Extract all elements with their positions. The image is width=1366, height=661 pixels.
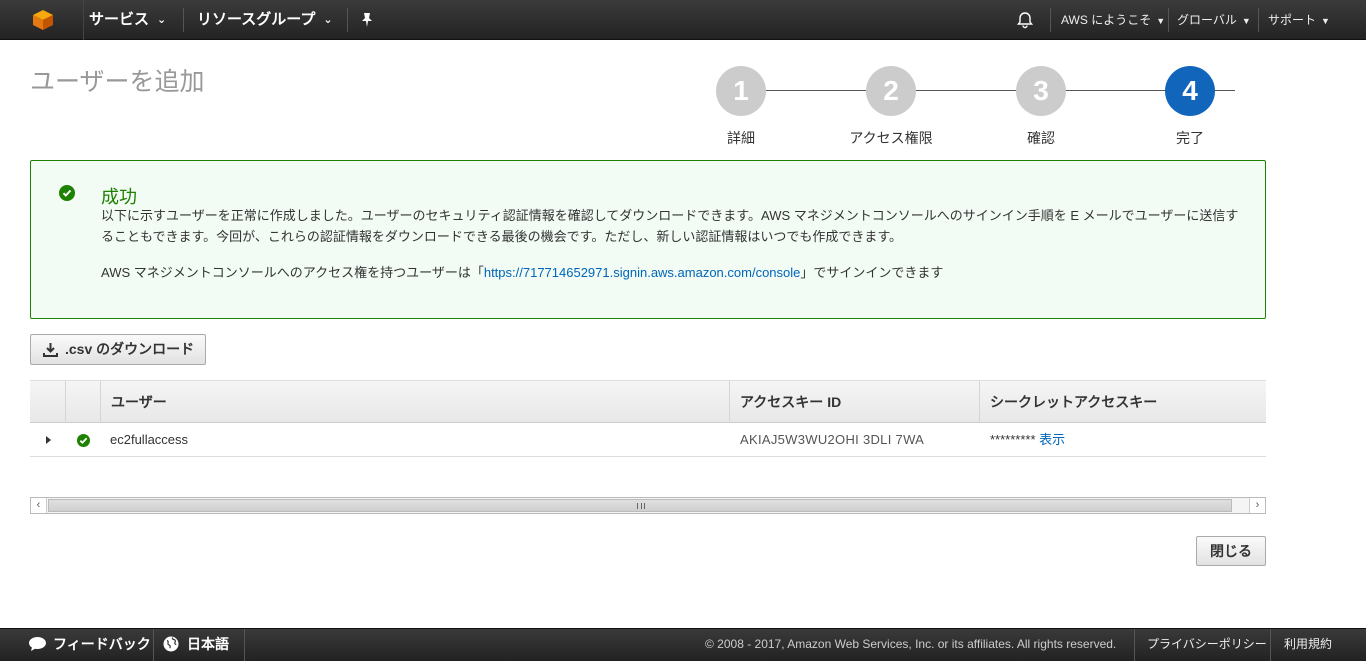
show-secret-link[interactable]: 表示	[1039, 432, 1065, 447]
step-number: 4	[1165, 66, 1215, 116]
success-alert: 成功 以下に示すユーザーを正常に作成しました。ユーザーのセキュリティ認証情報を確…	[30, 160, 1266, 319]
resource-groups-label: リソースグループ	[197, 11, 316, 28]
header-expand-column	[30, 381, 66, 423]
scroll-left-arrow-icon[interactable]: ‹	[31, 498, 47, 513]
expand-row-icon[interactable]	[46, 436, 51, 444]
step-label: 完了	[1176, 130, 1204, 146]
cell-secret-access-key: ********* 表示	[980, 423, 1065, 456]
nav-divider	[1168, 8, 1169, 32]
header-secret-access-key[interactable]: シークレットアクセスキー	[980, 381, 1266, 423]
console-info-suffix: 」でサインインできます	[800, 265, 944, 280]
credentials-table: ユーザー アクセスキー ID シークレットアクセスキー ec2fullacces…	[30, 380, 1266, 457]
nav-divider	[183, 8, 184, 32]
step-label: 確認	[1027, 130, 1055, 146]
page-title: ユーザーを追加	[30, 68, 205, 96]
success-check-icon	[59, 185, 75, 201]
header-status-column	[66, 381, 101, 423]
caret-down-icon: ▼	[1156, 16, 1166, 26]
step-4-active: 4 完了	[1140, 66, 1240, 148]
language-label: 日本語	[187, 636, 229, 652]
console-signin-link[interactable]: https://717714652971.signin.aws.amazon.c…	[484, 265, 801, 280]
cell-user-name: ec2fullaccess	[110, 432, 189, 447]
step-label: アクセス権限	[849, 130, 933, 146]
region-menu[interactable]: グローバル ▼	[1177, 0, 1251, 40]
support-label: サポート	[1268, 13, 1317, 27]
feedback-label: フィードバック	[53, 636, 151, 652]
region-label: グローバル	[1177, 13, 1237, 27]
nav-divider	[1050, 8, 1051, 32]
scroll-right-arrow-icon[interactable]: ›	[1249, 498, 1265, 513]
step-number: 3	[1016, 66, 1066, 116]
close-button[interactable]: 閉じる	[1196, 536, 1266, 566]
secret-masked-value: *********	[990, 432, 1036, 447]
footer-divider	[244, 629, 245, 661]
download-csv-button[interactable]: .csv のダウンロード	[30, 334, 206, 365]
pin-icon[interactable]	[361, 0, 373, 40]
download-icon	[43, 343, 58, 357]
step-1: 1 詳細	[691, 66, 791, 148]
privacy-policy-link[interactable]: プライバシーポリシー	[1147, 629, 1267, 661]
success-check-icon	[77, 434, 90, 447]
speech-bubble-icon	[29, 637, 46, 651]
header-access-key-id[interactable]: アクセスキー ID	[730, 381, 980, 423]
language-selector[interactable]: 日本語	[163, 629, 229, 661]
step-3: 3 確認	[991, 66, 1091, 148]
header-user[interactable]: ユーザー	[101, 381, 730, 423]
step-2: 2 アクセス権限	[841, 66, 941, 148]
table-header-row: ユーザー アクセスキー ID シークレットアクセスキー	[30, 380, 1266, 423]
services-menu[interactable]: サービス ⌄	[89, 0, 166, 40]
chevron-down-icon: ⌄	[323, 14, 333, 26]
account-label: AWS にようこそ	[1061, 13, 1152, 27]
grip-icon	[637, 503, 645, 509]
caret-down-icon: ▼	[1321, 16, 1330, 26]
footer-divider	[1270, 629, 1271, 661]
step-label: 詳細	[727, 130, 755, 146]
terms-of-use-link[interactable]: 利用規約	[1284, 629, 1332, 661]
scrollbar-thumb[interactable]	[48, 499, 1232, 512]
notifications-bell-icon[interactable]	[1016, 0, 1034, 40]
resource-groups-menu[interactable]: リソースグループ ⌄	[197, 0, 333, 40]
success-message: 以下に示すユーザーを正常に作成しました。ユーザーのセキュリティ認証情報を確認して…	[101, 208, 1239, 244]
wizard-stepper: 1 詳細 2 アクセス権限 3 確認 4 完了	[700, 66, 1240, 156]
download-button-label: .csv のダウンロード	[65, 341, 195, 357]
footer-bar: フィードバック 日本語 © 2008 - 2017, Amazon Web Se…	[0, 628, 1366, 661]
nav-divider	[1258, 8, 1259, 32]
horizontal-scrollbar[interactable]: ‹ ›	[30, 497, 1266, 514]
nav-divider	[347, 8, 348, 32]
copyright-text: © 2008 - 2017, Amazon Web Services, Inc.…	[705, 637, 1117, 651]
account-menu[interactable]: AWS にようこそ ▼	[1061, 0, 1165, 40]
cell-access-key-id: AKIAJ5W3WU2OHI 3DLI 7WA	[740, 432, 925, 447]
globe-icon	[163, 636, 179, 652]
step-number: 2	[866, 66, 916, 116]
chevron-down-icon: ⌄	[157, 14, 167, 26]
table-row: ec2fullaccess AKIAJ5W3WU2OHI 3DLI 7WA **…	[30, 423, 1266, 457]
console-signin-info: AWS マネジメントコンソールへのアクセス権を持つユーザーは「https://7…	[101, 262, 943, 283]
caret-down-icon: ▼	[1241, 16, 1251, 26]
console-info-prefix: AWS マネジメントコンソールへのアクセス権を持つユーザーは「	[101, 265, 484, 280]
aws-logo-icon[interactable]	[0, 0, 84, 40]
services-label: サービス	[89, 11, 150, 28]
feedback-button[interactable]: フィードバック	[28, 629, 151, 661]
step-number: 1	[716, 66, 766, 116]
footer-divider	[153, 629, 154, 661]
footer-divider	[1134, 629, 1135, 661]
top-navigation-bar: サービス ⌄ リソースグループ ⌄ AWS にようこそ ▼ グローバル ▼ サポート ▼	[0, 0, 1366, 40]
support-menu[interactable]: サポート ▼	[1268, 0, 1330, 40]
